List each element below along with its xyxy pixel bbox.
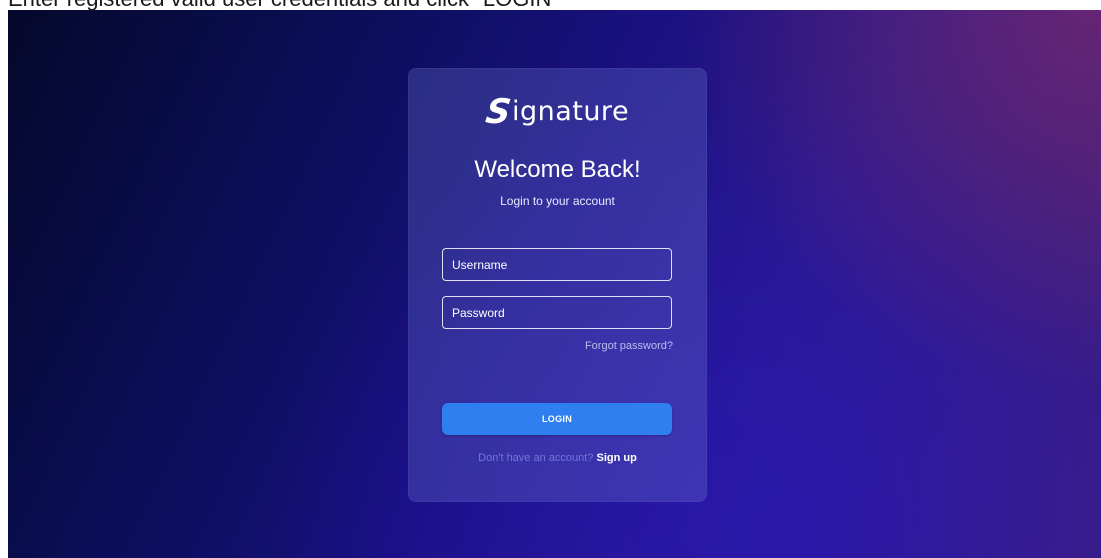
signup-link[interactable]: Sign up [596,452,636,464]
signature-logo-icon: S [483,92,514,132]
login-card: Signature Welcome Back! Login to your ac… [408,68,707,502]
page-title: Welcome Back! [474,156,641,183]
signup-prompt-text: Don't have an account? [478,452,594,464]
signature-logo: Signature [408,92,707,132]
password-input[interactable] [442,296,672,329]
page-subtitle: Login to your account [500,194,615,208]
signup-prompt: Don't have an account? Sign up [408,452,707,464]
logo-text: ignature [511,96,630,127]
login-button[interactable]: LOGIN [442,403,672,435]
forgot-password-link[interactable]: Forgot password? [585,340,673,352]
instruction-caption: Enter registered valid user credentials … [8,0,559,10]
username-input[interactable] [442,248,672,281]
login-screen: Signature Welcome Back! Login to your ac… [8,10,1101,558]
